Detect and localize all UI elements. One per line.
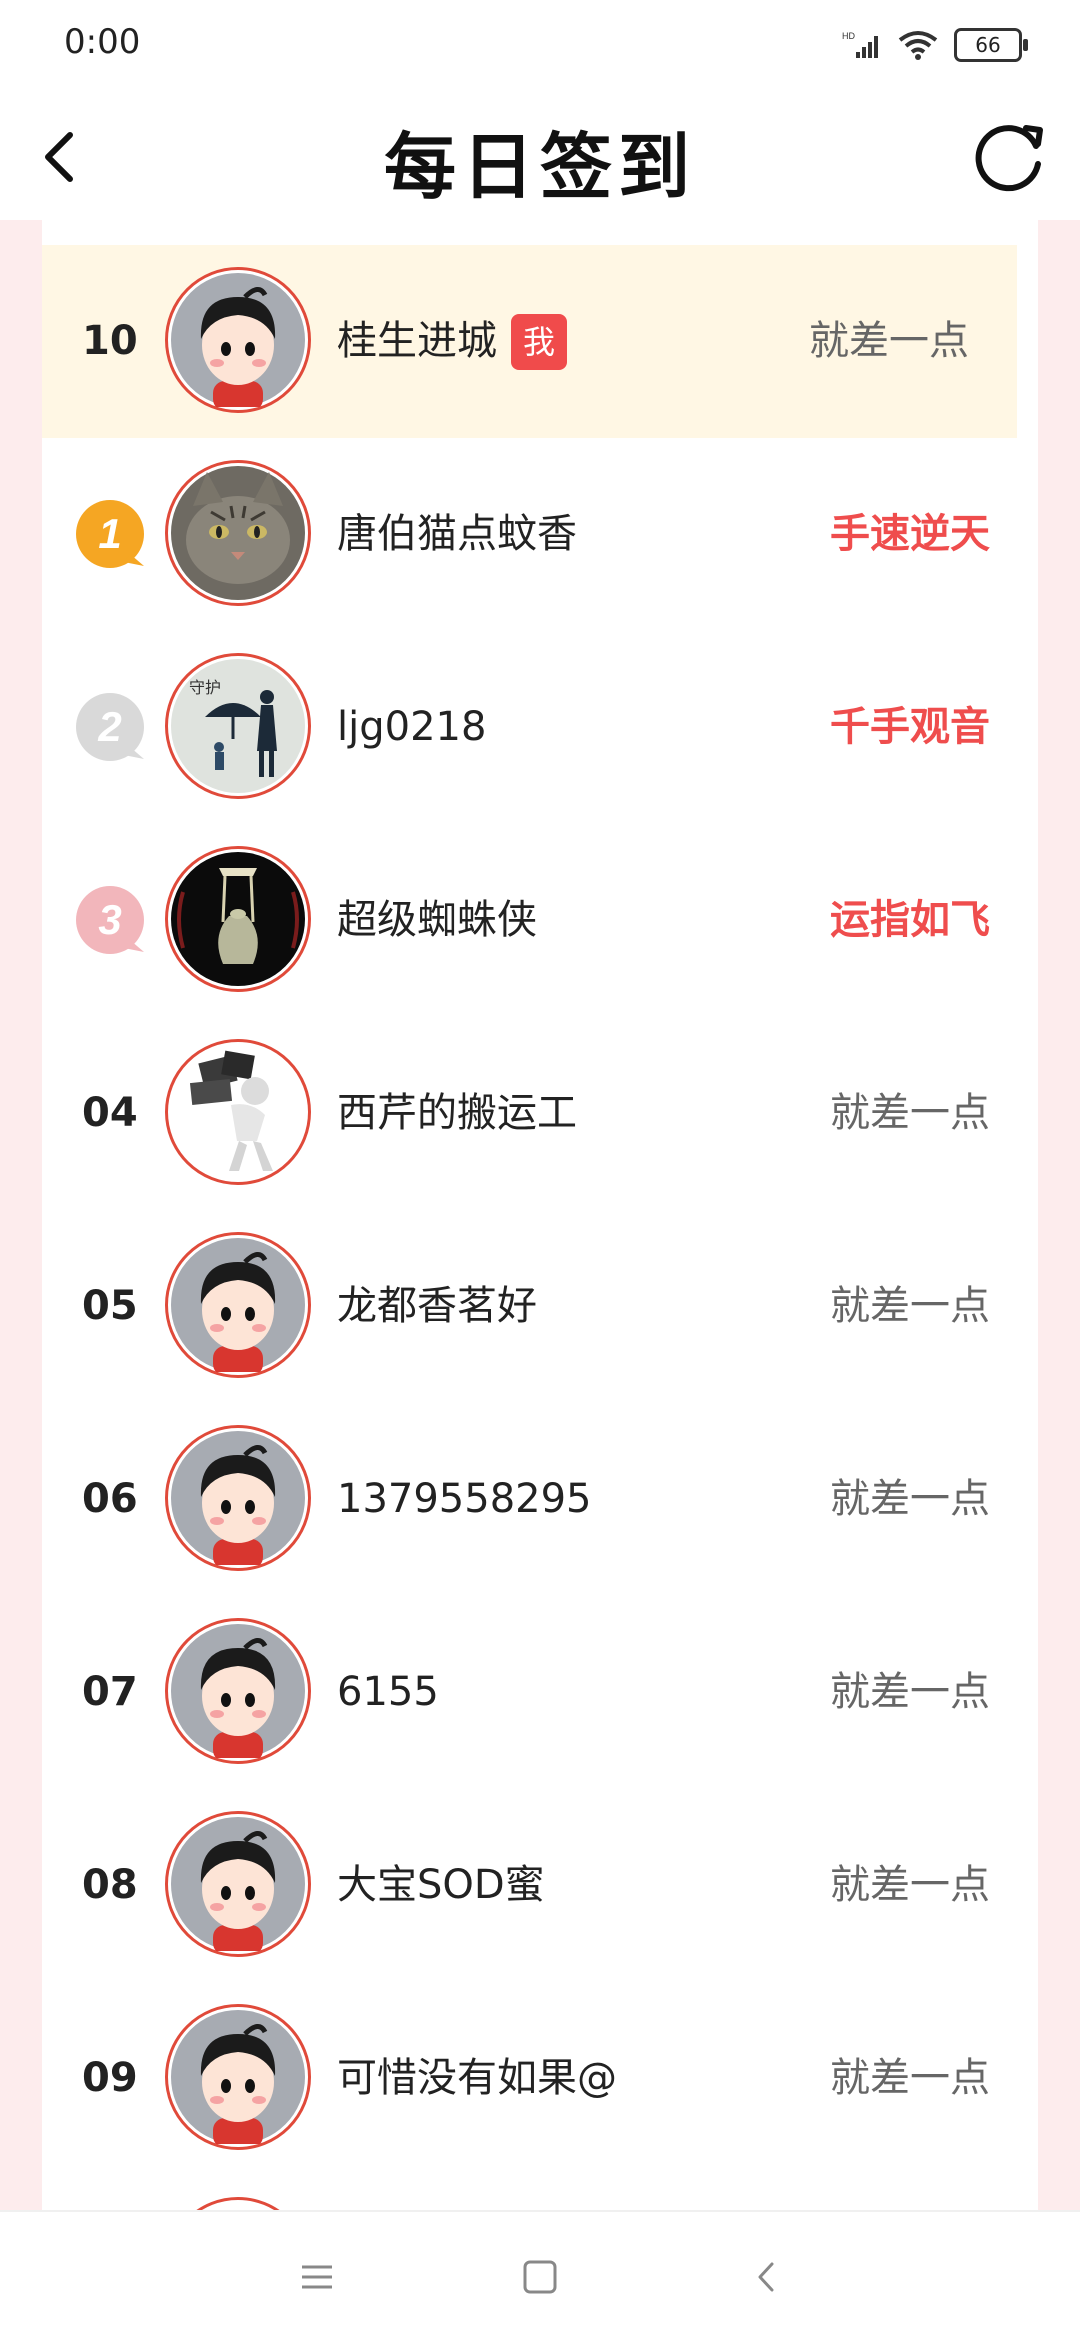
avatar[interactable] <box>165 1425 311 1571</box>
list-item[interactable]: 1 唐伯猫点蚊香 手速逆天 <box>42 438 1038 631</box>
list-item-me[interactable]: 10 桂生进城 我 就差一点 <box>42 245 1017 438</box>
refresh-button[interactable] <box>960 106 1060 206</box>
username: 西芹的搬运工 <box>337 1090 577 1136</box>
checkin-status: 运指如飞 <box>830 897 990 943</box>
back-icon[interactable] <box>742 2252 792 2302</box>
battery-icon: 66 <box>954 28 1028 62</box>
svg-text:2: 2 <box>97 703 121 750</box>
refresh-icon <box>975 125 1043 192</box>
avatar[interactable] <box>165 2197 311 2210</box>
left-background <box>0 220 42 2210</box>
username: 6155 <box>337 1669 439 1715</box>
3d-man-carrying-blocks-icon <box>171 1045 305 1179</box>
checkin-status: 就差一点 <box>830 1862 990 1908</box>
list-item[interactable]: 08 大宝SOD蜜 就差一点 <box>42 1789 1038 1982</box>
avatar[interactable] <box>165 1232 311 1378</box>
list-item[interactable]: 07 6155 就差一点 <box>42 1596 1038 1789</box>
battery-level: 66 <box>975 33 1001 57</box>
svg-text:3: 3 <box>98 896 121 943</box>
default-cartoon-boy-icon <box>171 1431 305 1565</box>
menu-icon[interactable] <box>292 2252 342 2302</box>
default-cartoon-boy-icon <box>171 2010 305 2144</box>
svg-text:HD: HD <box>842 31 855 41</box>
username: 大宝SOD蜜 <box>337 1862 545 1908</box>
svg-text:1: 1 <box>98 510 121 557</box>
avatar[interactable] <box>165 1811 311 1957</box>
checkin-status: 手速逆天 <box>830 511 990 557</box>
username: 桂生进城 我 <box>337 245 567 438</box>
checkin-status: 千手观音 <box>830 704 990 750</box>
header: 每日签到 <box>0 90 1080 220</box>
avatar[interactable] <box>165 1618 311 1764</box>
status-icons: HD 66 <box>842 28 1028 62</box>
gold-medal-icon: 1 <box>76 500 144 568</box>
avatar[interactable] <box>165 460 311 606</box>
default-cartoon-boy-icon <box>171 1624 305 1758</box>
checkin-status: 就差一点 <box>830 1283 990 1329</box>
username: 超级蜘蛛侠 <box>337 897 537 943</box>
status-bar: 0:00 HD 66 <box>0 0 1080 90</box>
checkin-status: 就差一点 <box>830 2055 990 2101</box>
me-badge: 我 <box>511 313 567 370</box>
avatar[interactable] <box>165 267 311 413</box>
username: 龙都香茗好 <box>337 1283 537 1329</box>
default-cartoon-boy-icon <box>171 273 305 407</box>
default-cartoon-boy-icon <box>171 1817 305 1951</box>
page-title: 每日签到 <box>383 125 696 209</box>
avatar[interactable] <box>165 1039 311 1185</box>
wifi-icon <box>898 31 938 60</box>
username: 1379558295 <box>337 1476 592 1522</box>
umbrella-illustration-icon: 守护 <box>171 659 305 793</box>
checkin-status: 就差一点 <box>830 1090 990 1136</box>
list-item[interactable]: 3 超级蜘蛛侠 运指如飞 <box>42 824 1038 1017</box>
checkin-status: 就差一点 <box>830 1669 990 1715</box>
bronze-medal-icon: 3 <box>76 886 144 954</box>
default-cartoon-boy-icon <box>171 1238 305 1372</box>
username: 可惜没有如果@ <box>337 2055 617 2101</box>
home-icon[interactable] <box>515 2252 565 2302</box>
avatar[interactable] <box>165 846 311 992</box>
avatar[interactable] <box>165 2004 311 2150</box>
svg-text:守护: 守护 <box>189 678 221 697</box>
right-background <box>1038 220 1080 2210</box>
username: ljg0218 <box>337 704 487 750</box>
checkin-rank-list[interactable]: 10 桂生进城 我 就差一点 1 唐伯猫点蚊香 手速逆天 2 守护 ljg021… <box>42 245 1038 2210</box>
list-item-partial[interactable] <box>42 2175 1038 2210</box>
cat-photo-icon <box>171 466 305 600</box>
username-text: 桂生进城 <box>337 318 497 364</box>
jade-vase-icon <box>171 852 305 986</box>
username: 唐伯猫点蚊香 <box>337 511 577 557</box>
list-item[interactable]: 09 可惜没有如果@ 就差一点 <box>42 1982 1038 2175</box>
status-time: 0:00 <box>64 22 141 62</box>
list-item[interactable]: 2 守护 ljg0218 千手观音 <box>42 631 1038 824</box>
signal-icon: HD <box>842 31 878 58</box>
list-item[interactable]: 06 1379558295 就差一点 <box>42 1403 1038 1596</box>
silver-medal-icon: 2 <box>76 693 144 761</box>
avatar[interactable]: 守护 <box>165 653 311 799</box>
checkin-status: 就差一点 <box>809 318 969 364</box>
list-item[interactable]: 04 西芹的搬运工 就差一点 <box>42 1017 1038 1210</box>
checkin-status: 就差一点 <box>830 1476 990 1522</box>
list-item[interactable]: 05 龙都香茗好 就差一点 <box>42 1210 1038 1403</box>
system-nav-bar <box>0 2210 1080 2342</box>
